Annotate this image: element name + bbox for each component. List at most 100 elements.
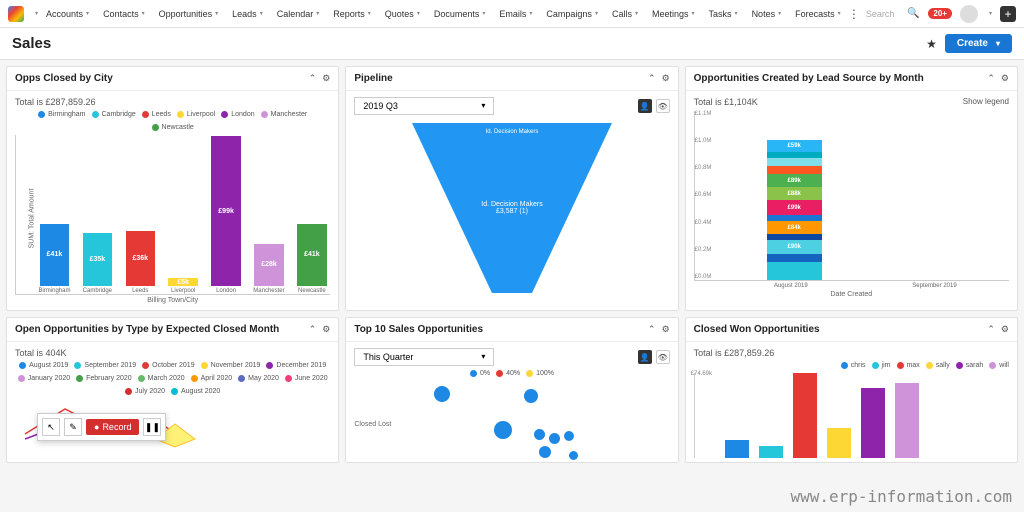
panel-title: Closed Won Opportunities bbox=[694, 324, 988, 335]
avatar-dropdown[interactable] bbox=[986, 10, 992, 17]
collapse-icon[interactable]: ⌃ bbox=[309, 73, 317, 84]
stacked-column[interactable]: £90k £84k £99k£88k£89k £59k bbox=[767, 111, 822, 280]
nav-calls[interactable]: Calls bbox=[606, 5, 644, 23]
settings-icon[interactable]: ⚙ bbox=[662, 324, 670, 335]
pause-icon[interactable]: ❚❚ bbox=[143, 418, 161, 436]
nav-contacts[interactable]: Contacts bbox=[97, 5, 151, 23]
panel-open-opportunities: Open Opportunities by Type by Expected C… bbox=[6, 317, 339, 463]
record-button[interactable]: ● Record bbox=[86, 419, 139, 435]
nav-meetings[interactable]: Meetings bbox=[646, 5, 701, 23]
watermark: www.erp-information.com bbox=[790, 487, 1012, 506]
data-point[interactable] bbox=[569, 451, 578, 460]
segment[interactable] bbox=[767, 254, 822, 262]
settings-icon[interactable]: ⚙ bbox=[1001, 324, 1009, 335]
bar[interactable]: £36k bbox=[126, 231, 156, 286]
draw-tool-icon[interactable]: ✎ bbox=[64, 418, 82, 436]
nav-forecasts[interactable]: Forecasts bbox=[789, 5, 842, 23]
segment[interactable]: £84k bbox=[767, 221, 822, 234]
notification-badge[interactable]: 20+ bbox=[928, 8, 952, 19]
binoculars-icon[interactable]: 👁 bbox=[656, 350, 670, 364]
chart-legend: August 2019September 2019October 2019Nov… bbox=[15, 362, 330, 395]
panel-opps-by-lead-source: Opportunities Created by Lead Source by … bbox=[685, 66, 1018, 311]
user-filter-icon[interactable]: 👤 bbox=[638, 99, 652, 113]
panel-subtitle: Total is 404K bbox=[15, 348, 330, 358]
nav-opportunities[interactable]: Opportunities bbox=[153, 5, 225, 23]
pointer-tool-icon[interactable]: ↖ bbox=[42, 418, 60, 436]
search-icon[interactable]: 🔍 bbox=[906, 7, 920, 21]
segment[interactable]: £99k bbox=[767, 200, 822, 215]
create-button[interactable]: Create bbox=[945, 34, 1012, 53]
nav-accounts[interactable]: Accounts bbox=[40, 5, 95, 23]
bar[interactable] bbox=[895, 383, 919, 458]
panel-title: Opps Closed by City bbox=[15, 73, 309, 84]
binoculars-icon[interactable]: 👁 bbox=[656, 99, 670, 113]
collapse-icon[interactable]: ⌃ bbox=[648, 73, 656, 84]
show-legend-link[interactable]: Show legend bbox=[963, 97, 1009, 106]
bar[interactable] bbox=[861, 388, 885, 458]
data-point[interactable] bbox=[534, 429, 545, 440]
bar[interactable]: £99k bbox=[211, 136, 241, 286]
collapse-icon[interactable]: ⌃ bbox=[987, 73, 995, 84]
data-point[interactable] bbox=[539, 446, 551, 458]
bar[interactable]: £41k bbox=[297, 224, 327, 286]
settings-icon[interactable]: ⚙ bbox=[322, 324, 330, 335]
bar[interactable]: £35k bbox=[83, 233, 113, 286]
panel-closed-won: Closed Won Opportunities ⌃⚙ Total is £28… bbox=[685, 317, 1018, 463]
data-point[interactable] bbox=[494, 421, 512, 439]
period-dropdown[interactable]: 2019 Q3 bbox=[354, 97, 494, 115]
dashboard-grid: Opps Closed by City ⌃⚙ Total is £287,859… bbox=[0, 60, 1024, 469]
bar[interactable]: £28k bbox=[254, 244, 284, 286]
bar[interactable] bbox=[793, 373, 817, 458]
chart-legend: BirminghamCambridgeLeedsLiverpoolLondonM… bbox=[15, 111, 330, 131]
nav-campaigns[interactable]: Campaigns bbox=[540, 5, 604, 23]
segment[interactable] bbox=[767, 262, 822, 280]
top-navbar: AccountsContactsOpportunitiesLeadsCalend… bbox=[0, 0, 1024, 28]
user-avatar[interactable] bbox=[960, 5, 978, 23]
funnel-top-label: Id. Decision Makers bbox=[486, 129, 539, 135]
nav-reports[interactable]: Reports bbox=[327, 5, 377, 23]
more-icon[interactable]: ⋮ bbox=[848, 7, 860, 21]
nav-quotes[interactable]: Quotes bbox=[379, 5, 426, 23]
quick-create-button[interactable]: + bbox=[1000, 6, 1016, 22]
settings-icon[interactable]: ⚙ bbox=[1001, 73, 1009, 84]
segment[interactable] bbox=[767, 158, 822, 166]
nav-calendar[interactable]: Calendar bbox=[271, 5, 326, 23]
screen-recorder-toolbar: ↖ ✎ ● Record ❚❚ bbox=[37, 413, 166, 441]
data-point[interactable] bbox=[564, 431, 574, 441]
nav-emails[interactable]: Emails bbox=[493, 5, 538, 23]
segment[interactable] bbox=[767, 166, 822, 174]
page-title: Sales bbox=[12, 35, 926, 52]
collapse-icon[interactable]: ⌃ bbox=[987, 324, 995, 335]
nav-documents[interactable]: Documents bbox=[428, 5, 492, 23]
scatter-chart bbox=[394, 381, 669, 462]
segment[interactable]: £59k bbox=[767, 140, 822, 152]
nav-notes[interactable]: Notes bbox=[746, 5, 788, 23]
settings-icon[interactable]: ⚙ bbox=[662, 73, 670, 84]
search-input[interactable]: Search bbox=[866, 9, 895, 19]
segment[interactable]: £90k bbox=[767, 240, 822, 254]
user-filter-icon[interactable]: 👤 bbox=[638, 350, 652, 364]
segment[interactable]: £89k bbox=[767, 174, 822, 187]
collapse-icon[interactable]: ⌃ bbox=[309, 324, 317, 335]
data-point[interactable] bbox=[524, 389, 538, 403]
bar[interactable] bbox=[725, 440, 749, 458]
app-logo[interactable] bbox=[8, 6, 24, 22]
logo-dropdown[interactable] bbox=[30, 6, 40, 21]
chart-legend: chrisjimmaxsallysarahwill bbox=[694, 362, 1009, 369]
bar[interactable]: £5k bbox=[168, 278, 198, 286]
data-point[interactable] bbox=[549, 433, 560, 444]
period-dropdown[interactable]: This Quarter bbox=[354, 348, 494, 366]
nav-tasks[interactable]: Tasks bbox=[703, 5, 744, 23]
bar[interactable] bbox=[759, 446, 783, 458]
data-point[interactable] bbox=[434, 386, 450, 402]
x-axis-label: Date Created bbox=[694, 291, 1009, 298]
panel-title: Top 10 Sales Opportunities bbox=[354, 324, 648, 335]
funnel-chart[interactable]: Id. Decision Makers Id. Decision Makers … bbox=[412, 123, 612, 293]
settings-icon[interactable]: ⚙ bbox=[322, 73, 330, 84]
favorite-icon[interactable]: ★ bbox=[926, 37, 937, 51]
segment[interactable]: £88k bbox=[767, 187, 822, 200]
collapse-icon[interactable]: ⌃ bbox=[648, 324, 656, 335]
bar[interactable] bbox=[827, 428, 851, 458]
bar[interactable]: £41k bbox=[40, 224, 70, 286]
nav-leads[interactable]: Leads bbox=[226, 5, 269, 23]
